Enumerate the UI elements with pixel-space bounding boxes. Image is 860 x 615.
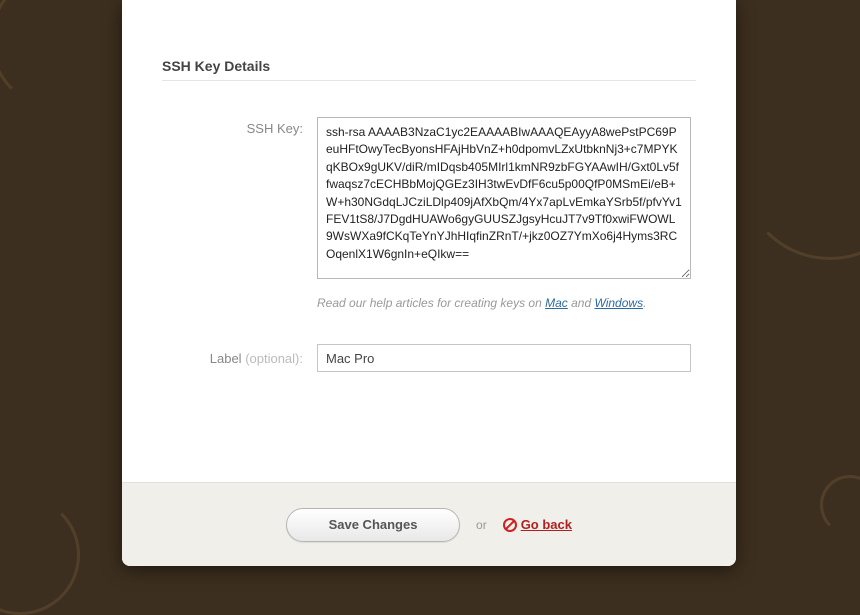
or-text: or — [476, 518, 487, 532]
bg-decoration — [740, 80, 860, 260]
label-text: Label — [210, 351, 245, 366]
label-field-label: Label (optional): — [162, 351, 317, 366]
go-back-link[interactable]: Go back — [503, 517, 572, 532]
bg-decoration — [0, 495, 80, 615]
main-panel: SSH Key Details SSH Key: Read our help a… — [122, 0, 736, 566]
panel-footer: Save Changes or Go back — [122, 482, 736, 566]
bg-decoration — [0, 0, 130, 110]
label-optional: (optional): — [245, 351, 303, 366]
help-prefix: Read our help articles for creating keys… — [317, 296, 545, 310]
label-input[interactable] — [317, 344, 691, 372]
label-row: Label (optional): — [162, 344, 696, 372]
ssh-key-row: SSH Key: Read our help articles for crea… — [162, 117, 696, 310]
section-title: SSH Key Details — [162, 58, 696, 81]
save-button[interactable]: Save Changes — [286, 508, 460, 542]
help-link-mac[interactable]: Mac — [545, 296, 568, 310]
help-and: and — [568, 296, 595, 310]
help-suffix: . — [643, 296, 646, 310]
panel-content: SSH Key Details SSH Key: Read our help a… — [122, 0, 736, 372]
ssh-key-label: SSH Key: — [162, 117, 317, 136]
help-text: Read our help articles for creating keys… — [317, 296, 696, 310]
help-link-windows[interactable]: Windows — [595, 296, 644, 310]
ssh-key-textarea[interactable] — [317, 117, 691, 279]
go-back-text: Go back — [521, 517, 572, 532]
label-field-wrap — [317, 344, 696, 372]
prohibited-icon — [503, 518, 517, 532]
ssh-key-field-wrap: Read our help articles for creating keys… — [317, 117, 696, 310]
bg-decoration — [820, 475, 860, 535]
